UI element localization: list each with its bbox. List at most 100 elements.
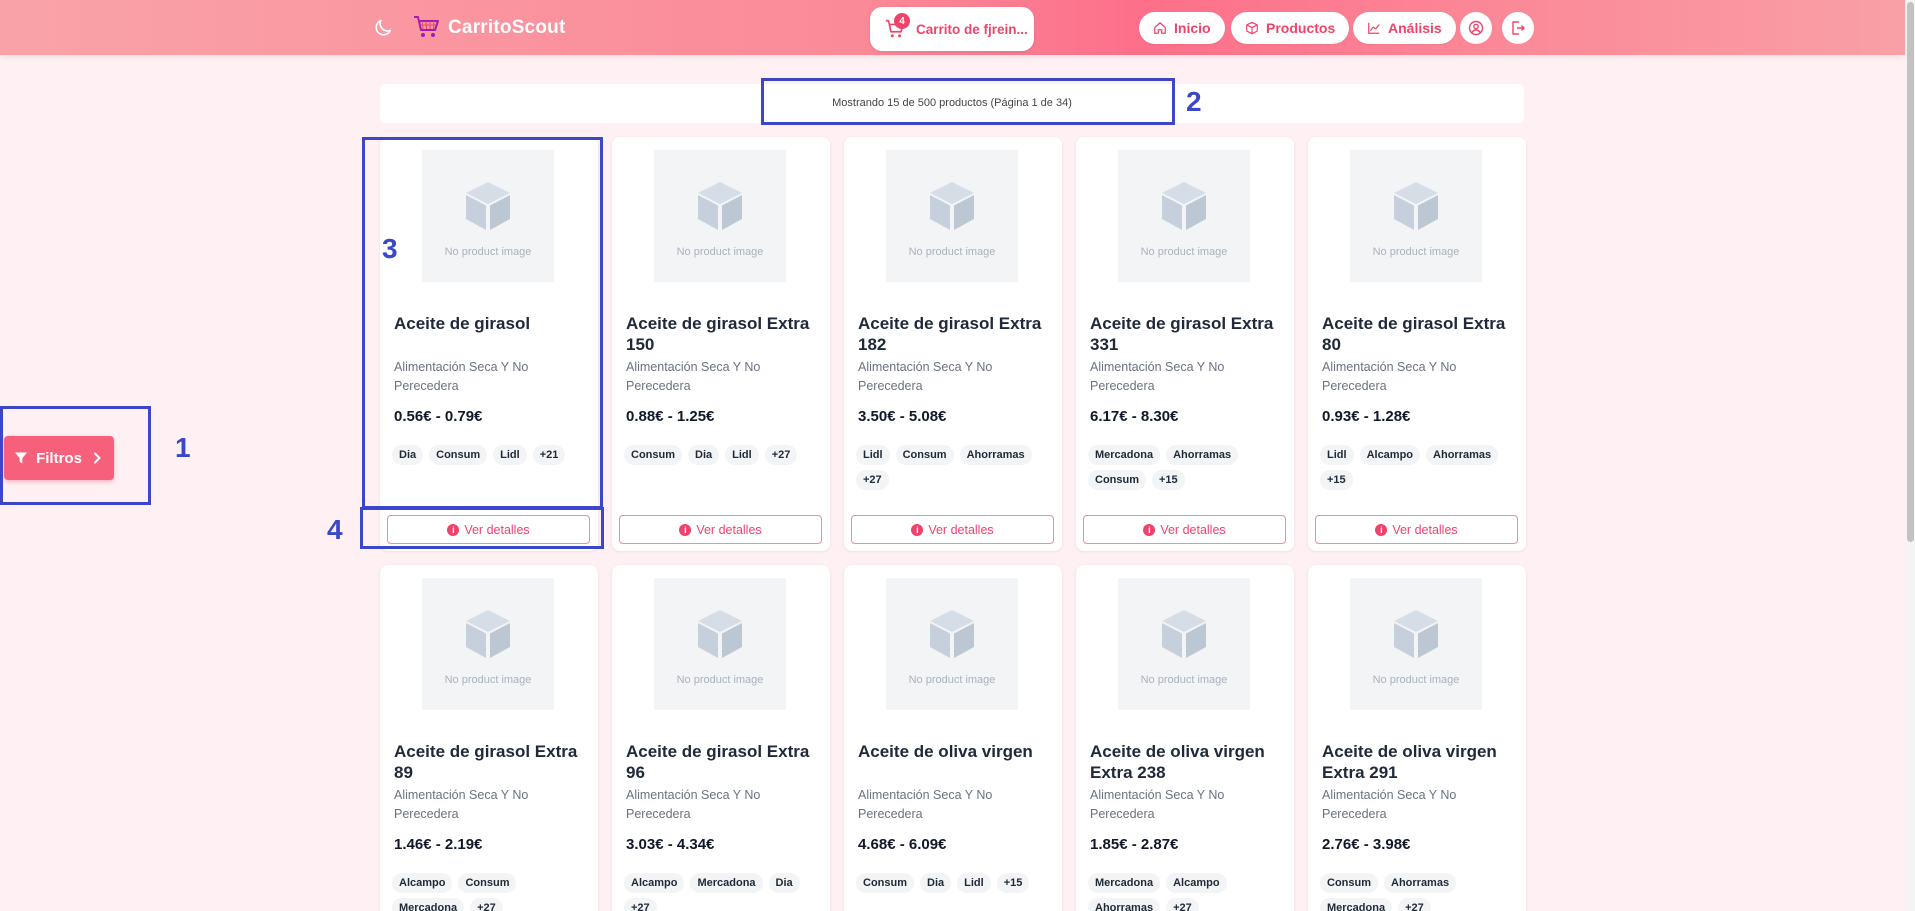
store-tag: Consum — [458, 873, 517, 893]
store-tag: Lidl — [725, 445, 759, 465]
product-card[interactable]: No product image Aceite de oliva virgen … — [844, 565, 1062, 911]
product-price-range: 0.88€ - 1.25€ — [626, 408, 715, 425]
store-tag: +27 — [1166, 898, 1199, 911]
profile-button[interactable] — [1460, 12, 1492, 44]
product-image-placeholder: No product image — [886, 578, 1018, 710]
no-image-text: No product image — [444, 674, 532, 686]
product-card[interactable]: No product image Aceite de girasol Extra… — [612, 565, 830, 911]
scrollbar-thumb[interactable] — [1907, 2, 1914, 542]
store-tag: Alcampo — [392, 873, 453, 893]
view-details-label: Ver detalles — [1160, 522, 1226, 537]
info-icon: i — [911, 523, 924, 536]
nav-analisis-label: Análisis — [1388, 20, 1442, 36]
product-card[interactable]: No product image Aceite de girasol Extra… — [612, 137, 830, 551]
brand-name[interactable]: CarritoScout — [448, 17, 565, 39]
store-tag: Mercadona — [1320, 898, 1393, 911]
store-tag: Ahorramas — [1426, 445, 1499, 465]
no-image-text: No product image — [1140, 674, 1228, 686]
store-tag: Mercadona — [690, 873, 763, 893]
product-name: Aceite de girasol Extra 96 — [626, 742, 810, 782]
product-price-range: 4.68€ - 6.09€ — [858, 836, 947, 853]
store-tag: +27 — [624, 898, 657, 911]
store-tag: Mercadona — [392, 898, 465, 911]
cube-icon — [1162, 182, 1206, 230]
product-price-range: 3.03€ - 4.34€ — [626, 836, 715, 853]
product-name: Aceite de oliva virgen — [858, 742, 1033, 761]
product-image-placeholder: No product image — [654, 150, 786, 282]
store-tags: Consum Dia Lidl +15 — [856, 873, 1056, 893]
nav-productos-button[interactable]: Productos — [1231, 12, 1350, 44]
logo-cart-icon[interactable] — [412, 12, 442, 42]
annotation-label-3: 3 — [382, 233, 398, 264]
view-details-button[interactable]: i Ver detalles — [1083, 515, 1286, 544]
product-price-range: 0.93€ - 1.28€ — [1322, 408, 1411, 425]
product-price-range: 2.76€ - 3.98€ — [1322, 836, 1411, 853]
store-tag: +27 — [764, 445, 798, 465]
product-card[interactable]: No product image Aceite de girasol Extra… — [844, 137, 1062, 551]
product-price-range: 3.50€ - 5.08€ — [858, 408, 947, 425]
logout-button[interactable] — [1502, 12, 1534, 44]
annotation-box-2 — [761, 78, 1175, 125]
product-card[interactable]: No product image Aceite de girasol Extra… — [380, 565, 598, 911]
store-tag: Dia — [688, 445, 720, 465]
store-tag: Ahorramas — [1166, 445, 1239, 465]
store-tag: Lidl — [1320, 445, 1354, 465]
product-price-range: 1.85€ - 2.87€ — [1090, 836, 1179, 853]
no-image-text: No product image — [908, 674, 996, 686]
info-icon: i — [1375, 523, 1388, 536]
product-price-range: 1.46€ - 2.19€ — [394, 836, 483, 853]
cart-button[interactable]: 4 Carrito de fjrein... — [870, 7, 1034, 51]
product-category: Alimentación Seca Y No Perecedera — [1322, 360, 1457, 393]
no-image-text: No product image — [908, 246, 996, 258]
product-category: Alimentación Seca Y No Perecedera — [1322, 788, 1457, 821]
user-circle-icon — [1468, 20, 1484, 36]
view-details-label: Ver detalles — [928, 522, 994, 537]
store-tag: Consum — [1320, 873, 1378, 893]
store-tag: +15 — [1320, 470, 1353, 490]
no-image-text: No product image — [1372, 246, 1460, 258]
info-icon: i — [1143, 523, 1156, 536]
view-details-button[interactable]: i Ver detalles — [1315, 515, 1518, 544]
store-tag: +27 — [1398, 898, 1431, 911]
annotation-box-4 — [360, 507, 604, 549]
annotation-label-2: 2 — [1186, 86, 1202, 117]
store-tag: +27 — [470, 898, 503, 911]
annotation-box-1 — [0, 406, 151, 505]
store-tag: Lidl — [856, 445, 890, 465]
cart-label: Carrito de fjrein... — [916, 21, 1028, 37]
store-tag: Consum — [624, 445, 682, 465]
view-details-label: Ver detalles — [696, 522, 762, 537]
product-card[interactable]: No product image Aceite de girasol Extra… — [1308, 137, 1526, 551]
no-image-text: No product image — [1140, 246, 1228, 258]
cube-icon — [698, 182, 742, 230]
product-category: Alimentación Seca Y No Perecedera — [626, 788, 761, 821]
annotation-label-1: 1 — [175, 432, 191, 463]
view-details-button[interactable]: i Ver detalles — [851, 515, 1054, 544]
nav-inicio-button[interactable]: Inicio — [1139, 12, 1225, 44]
product-card[interactable]: No product image Aceite de oliva virgen … — [1308, 565, 1526, 911]
logout-icon — [1512, 21, 1525, 35]
cube-icon — [466, 610, 510, 658]
store-tags: Alcampo Consum Mercadona +27 — [392, 873, 592, 911]
view-details-button[interactable]: i Ver detalles — [619, 515, 822, 544]
cube-icon — [1394, 610, 1438, 658]
product-name: Aceite de oliva virgen Extra 238 — [1090, 742, 1265, 782]
moon-icon[interactable] — [372, 17, 394, 39]
no-image-text: No product image — [1372, 674, 1460, 686]
store-tag: Lidl — [957, 873, 991, 893]
view-details-label: Ver detalles — [1392, 522, 1458, 537]
product-image-placeholder: No product image — [1118, 150, 1250, 282]
store-tag: Consum — [856, 873, 914, 893]
store-tag: Mercadona — [1088, 873, 1161, 893]
product-image-placeholder: No product image — [654, 578, 786, 710]
store-tag: Ahorramas — [1384, 873, 1457, 893]
store-tags: Consum Ahorramas Mercadona +27 — [1320, 873, 1520, 911]
product-card[interactable]: No product image Aceite de oliva virgen … — [1076, 565, 1294, 911]
cube-icon — [1162, 610, 1206, 658]
product-name: Aceite de girasol Extra 89 — [394, 742, 578, 782]
cube-icon — [698, 610, 742, 658]
nav-analisis-button[interactable]: Análisis — [1353, 12, 1456, 44]
product-card[interactable]: No product image Aceite de girasol Extra… — [1076, 137, 1294, 551]
no-image-text: No product image — [676, 674, 764, 686]
home-icon — [1154, 22, 1166, 34]
